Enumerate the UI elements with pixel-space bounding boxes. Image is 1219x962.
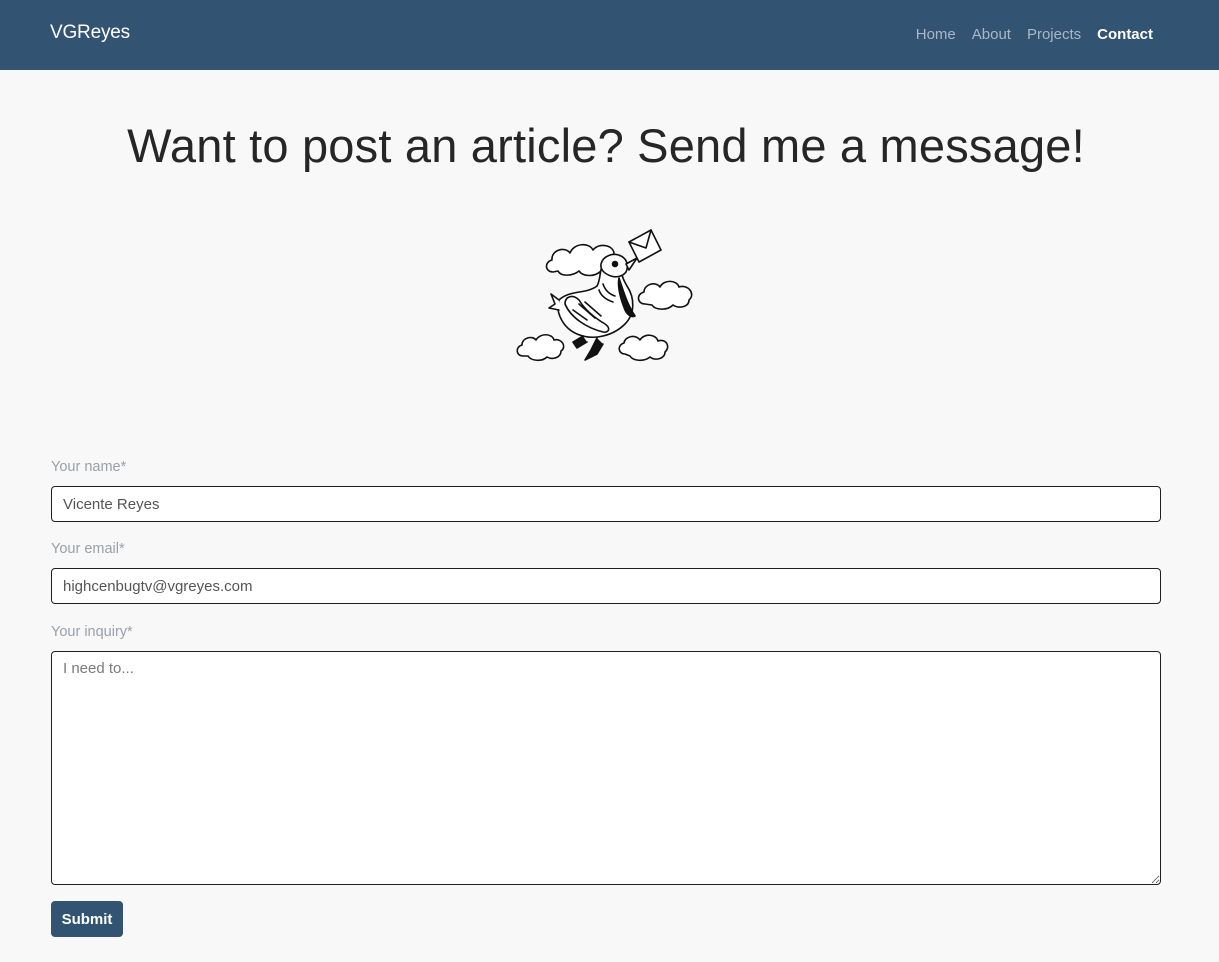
nav-link-contact[interactable]: Contact <box>1097 26 1153 44</box>
navbar: VGReyes Home About Projects Contact <box>0 0 1219 70</box>
nav-links: Home About Projects Contact <box>900 26 1153 44</box>
nav-link-about[interactable]: About <box>972 26 1011 44</box>
inquiry-textarea[interactable] <box>51 651 1161 885</box>
email-input[interactable] <box>51 568 1161 604</box>
bird-carrying-letter-icon <box>516 229 693 362</box>
brand-link[interactable]: VGReyes <box>50 22 130 44</box>
email-label: Your email* <box>51 541 125 557</box>
nav-link-home[interactable]: Home <box>916 26 956 44</box>
nav-link-projects[interactable]: Projects <box>1027 26 1081 44</box>
name-label: Your name* <box>51 459 127 475</box>
submit-button[interactable]: Submit <box>51 901 123 937</box>
name-input[interactable] <box>51 486 1161 522</box>
inquiry-label: Your inquiry* <box>51 624 133 640</box>
page-title: Want to post an article? Send me a messa… <box>127 119 1085 172</box>
